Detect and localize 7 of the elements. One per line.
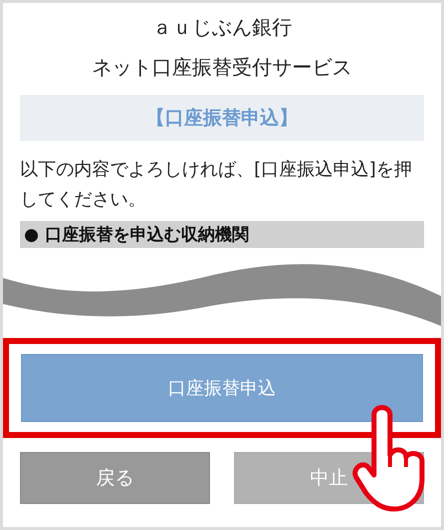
action-button[interactable]: 戻る xyxy=(20,452,210,504)
section-heading: ● 口座振替を申込む収納機関 xyxy=(20,221,424,248)
service-title: ネット口座振替受付サービス xyxy=(91,54,353,81)
instruction-text: 以下の内容でよろしければ、[口座振込申込]を押してください。 xyxy=(20,158,414,212)
page-heading: 【口座振替申込】 xyxy=(20,95,424,141)
bank-name: ａｕじぶん銀行 xyxy=(151,14,293,41)
apply-button[interactable]: 口座振替申込 xyxy=(21,354,423,422)
